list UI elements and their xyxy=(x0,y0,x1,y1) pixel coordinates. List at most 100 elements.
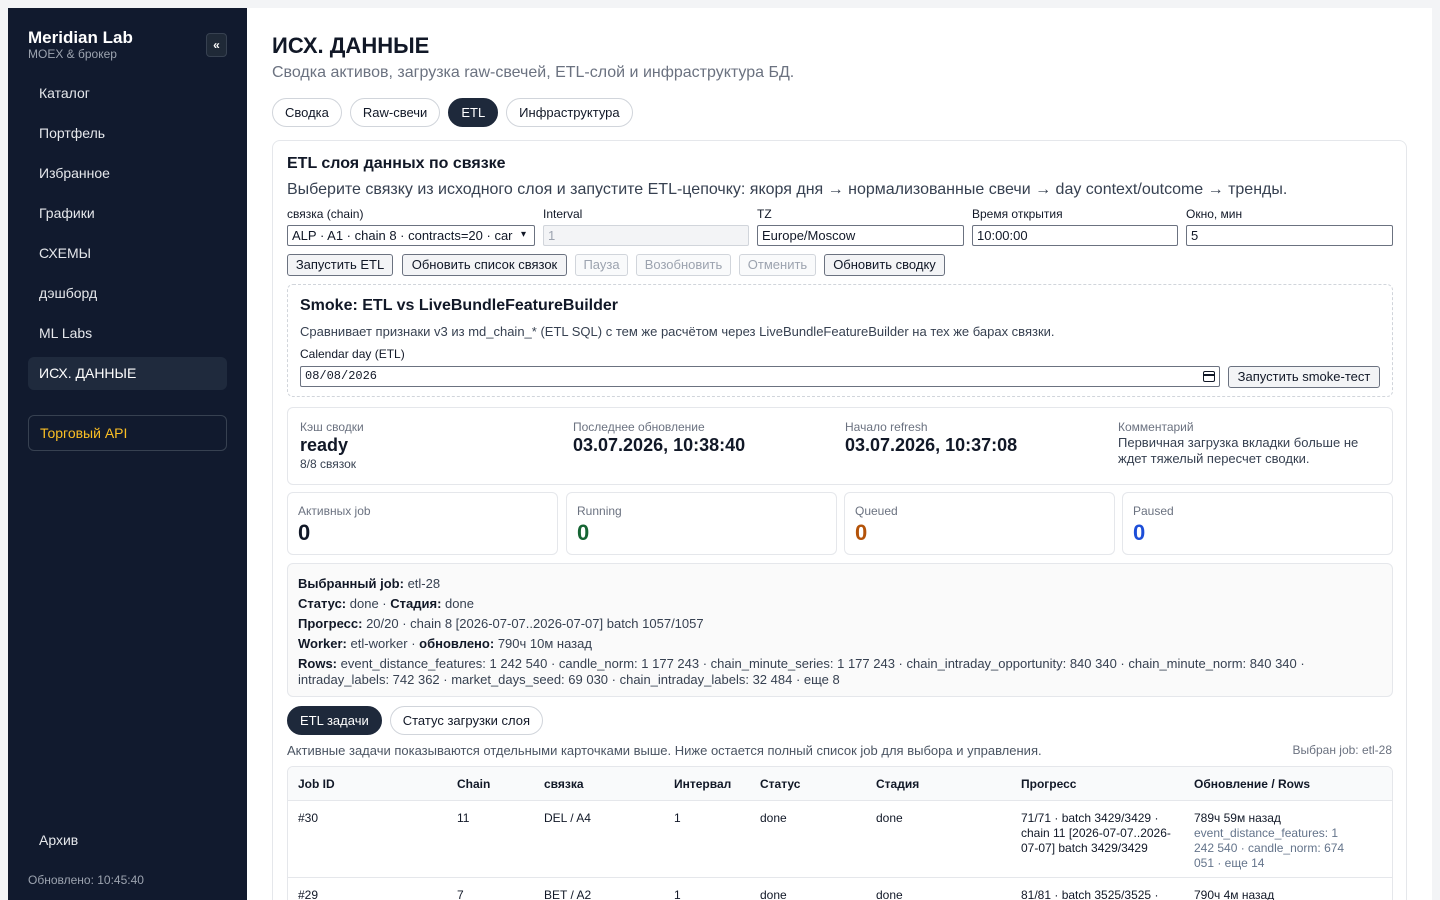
interval-label: Interval xyxy=(543,207,583,221)
sidebar-item-charts[interactable]: Графики xyxy=(28,197,227,230)
job-worker-value: etl-worker xyxy=(350,636,408,651)
selected-job-detail: Выбранный job: etl-28 Статус: done · Ста… xyxy=(287,563,1393,697)
smoke-title: Smoke: ETL vs LiveBundleFeatureBuilder xyxy=(300,297,619,314)
table-header: Job ID Chain связка Интервал Статус Стад… xyxy=(288,767,1392,801)
calendar-icon[interactable] xyxy=(1203,371,1215,382)
etl-title: ETL слоя данных по связке xyxy=(287,155,506,172)
stat-label: Running xyxy=(577,504,622,518)
interval-field: Interval 1 xyxy=(543,207,749,246)
cell-interval: 1 xyxy=(674,888,681,900)
cell-stage: done xyxy=(876,888,903,900)
section-tabs: Сводка Raw-свечи ETL Инфраструктура xyxy=(272,98,633,127)
page-subtitle: Сводка активов, загрузка raw-свечей, ETL… xyxy=(272,64,795,81)
smoke-description: Сравнивает признаки v3 из md_chain_* (ET… xyxy=(300,324,1055,339)
last-update-value: 03.07.2026, 10:38:40 xyxy=(573,435,746,455)
collapse-sidebar-button[interactable]: « xyxy=(206,33,227,57)
refresh-summary-button[interactable]: Обновить сводку xyxy=(824,254,945,276)
col-updated-rows: Обновление / Rows xyxy=(1194,777,1310,791)
tab-layer-load-status[interactable]: Статус загрузки слоя xyxy=(389,706,543,735)
cell-pair: DEL / A4 xyxy=(544,811,591,825)
tz-label: TZ xyxy=(757,207,772,221)
cell-progress: 81/81 · batch 3525/3525 · xyxy=(1021,888,1159,900)
window-label: Окно, мин xyxy=(1186,207,1243,221)
stat-value: 0 xyxy=(298,520,311,545)
tab-raw-candles[interactable]: Raw-свечи xyxy=(349,98,441,127)
stat-queued: Queued 0 xyxy=(844,492,1115,555)
sidebar-item-schemes[interactable]: СХЕМЫ xyxy=(28,237,227,270)
tz-input[interactable]: Europe/Moscow xyxy=(757,225,964,246)
sidebar-item-ml-labs[interactable]: ML Labs xyxy=(28,317,227,350)
brand-title: Meridian Lab xyxy=(28,28,133,47)
refresh-start-value: 03.07.2026, 10:37:08 xyxy=(845,435,1018,455)
tab-infrastructure[interactable]: Инфраструктура xyxy=(506,98,633,127)
job-updated-label: обновлено: xyxy=(419,636,495,651)
smoke-test-panel: Smoke: ETL vs LiveBundleFeatureBuilder С… xyxy=(287,284,1393,397)
jobs-table: Job ID Chain связка Интервал Статус Стад… xyxy=(287,766,1393,900)
resume-button[interactable]: Возобновить xyxy=(636,254,731,276)
calendar-day-label: Calendar day (ETL) xyxy=(300,347,405,361)
cell-updated-rows: 789ч 59м назад event_distance_features: … xyxy=(1194,811,1354,871)
interval-input[interactable]: 1 xyxy=(543,225,749,246)
cell-job-id: #30 xyxy=(298,811,319,825)
job-worker-label: Worker: xyxy=(298,636,347,651)
col-interval: Интервал xyxy=(674,777,732,791)
etl-description: Выберите связку из исходного слоя и запу… xyxy=(287,181,1288,198)
stat-label: Активных job xyxy=(298,504,371,518)
chain-select[interactable]: ALP · A1 · chain 8 · contracts=20 · car … xyxy=(287,225,535,246)
pause-button[interactable]: Пауза xyxy=(575,254,628,276)
job-rows-line: Rows: event_distance_features: 1 242 540… xyxy=(298,656,1382,688)
sidebar-item-archive[interactable]: Архив xyxy=(39,832,78,848)
page-title: ИСХ. ДАННЫЕ xyxy=(272,33,430,58)
etl-form: связка (chain) ALP · A1 · chain 8 · cont… xyxy=(287,207,1393,247)
tab-summary[interactable]: Сводка xyxy=(272,98,342,127)
job-list-selected: Выбран job: etl-28 xyxy=(1292,743,1392,757)
comment-label: Комментарий xyxy=(1118,420,1194,434)
cell-status: done xyxy=(760,888,787,900)
col-chain: Chain xyxy=(457,777,491,791)
sidebar-item-dashboard[interactable]: дэшборд xyxy=(28,277,227,310)
window-input[interactable]: 5 xyxy=(1186,225,1393,246)
cache-comment: Комментарий Первичная загрузка вкладки б… xyxy=(1118,420,1378,467)
open-time-label: Время открытия xyxy=(972,207,1063,221)
calendar-day-input[interactable]: 08/08/2026 xyxy=(300,366,1220,387)
cancel-button[interactable]: Отменить xyxy=(739,254,816,276)
cell-stage: done xyxy=(876,811,903,825)
sidebar-item-portfolio[interactable]: Портфель xyxy=(28,117,227,150)
refresh-chains-button[interactable]: Обновить список связок xyxy=(402,254,567,276)
col-status: Статус xyxy=(760,777,801,791)
tz-field: TZ Europe/Moscow xyxy=(757,207,964,246)
open-time-input[interactable]: 10:00:00 xyxy=(972,225,1178,246)
job-progress-line: Прогресс: 20/20 · chain 8 [2026-07-07..2… xyxy=(298,614,1382,634)
col-progress: Прогресс xyxy=(1021,777,1077,791)
stat-label: Paused xyxy=(1133,504,1174,518)
app-root: Meridian Lab MOEX & брокер « Каталог Пор… xyxy=(0,0,1440,900)
tab-etl-jobs[interactable]: ETL задачи xyxy=(287,706,382,735)
summary-cache-panel: Кэш сводки ready 8/8 связок Последнее об… xyxy=(287,407,1393,485)
cell-pair: BET / A2 xyxy=(544,888,592,900)
col-job-id: Job ID xyxy=(298,777,335,791)
sidebar-item-source-data[interactable]: ИСХ. ДАННЫЕ xyxy=(28,357,227,390)
cache-refresh-start: Начало refresh 03.07.2026, 10:37:08 xyxy=(845,420,1017,456)
stat-value: 0 xyxy=(577,520,590,545)
cell-chain: 11 xyxy=(457,811,470,825)
run-etl-button[interactable]: Запустить ETL xyxy=(287,254,393,276)
trading-api-button[interactable]: Торговый API xyxy=(28,415,227,451)
main-content: ИСХ. ДАННЫЕ Сводка активов, загрузка raw… xyxy=(247,8,1432,900)
job-list-note: Активные задачи показываются отдельными … xyxy=(287,743,1042,758)
job-selected-line: Выбранный job: etl-28 xyxy=(298,574,1382,594)
chevron-down-icon: ▾ xyxy=(521,229,527,240)
sidebar-item-favorites[interactable]: Избранное xyxy=(28,157,227,190)
brand-subtitle: MOEX & брокер xyxy=(28,47,117,61)
chain-field: связка (chain) ALP · A1 · chain 8 · cont… xyxy=(287,207,535,246)
stat-running: Running 0 xyxy=(566,492,837,555)
cell-interval: 1 xyxy=(674,811,681,825)
table-row[interactable]: #29 7 BET / A2 1 done done 81/81 · batch… xyxy=(288,878,1392,900)
table-row[interactable]: #30 11 DEL / A4 1 done done 71/71 · batc… xyxy=(288,801,1392,878)
job-selected-value: etl-28 xyxy=(407,576,441,591)
job-worker-line: Worker: etl-worker · обновлено: 790ч 10м… xyxy=(298,636,592,651)
run-smoke-test-button[interactable]: Запустить smoke-тест xyxy=(1228,366,1380,388)
sidebar-item-catalog[interactable]: Каталог xyxy=(28,77,227,110)
cell-rows: event_distance_features: 1 242 540 · can… xyxy=(1194,826,1345,870)
tab-etl[interactable]: ETL xyxy=(448,98,499,127)
job-subtabs: ETL задачи Статус загрузки слоя xyxy=(287,706,543,735)
